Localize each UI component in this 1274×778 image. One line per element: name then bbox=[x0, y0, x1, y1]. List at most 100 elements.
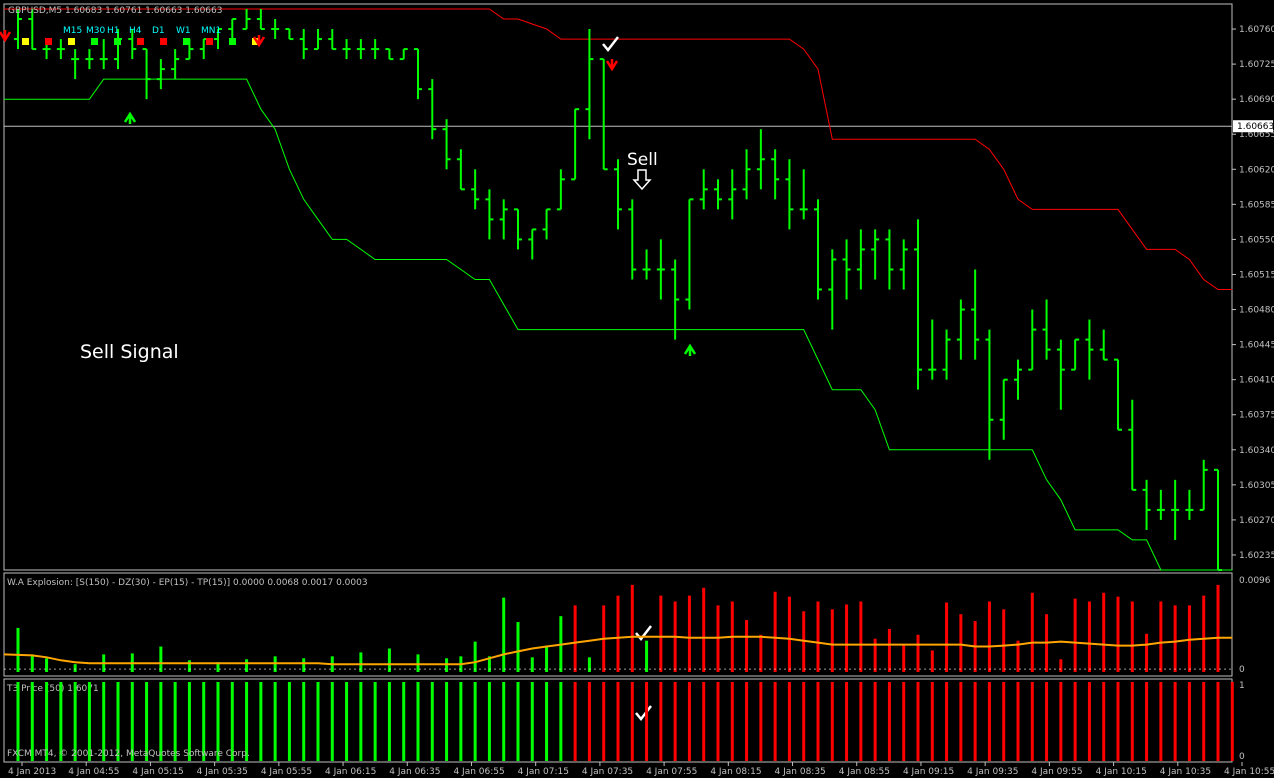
price-tick-label: 1.60585 bbox=[1239, 200, 1274, 210]
price-tick-label: 1.60760 bbox=[1239, 25, 1274, 35]
sell-arrow-icon bbox=[605, 59, 619, 72]
ohlc-bar bbox=[628, 199, 637, 280]
timeframe-label-mn1: MN1 bbox=[201, 26, 221, 36]
ohlc-bar bbox=[828, 249, 837, 330]
ohlc-bar bbox=[1028, 309, 1037, 371]
ohlc-bar bbox=[799, 169, 808, 220]
ohlc-bar bbox=[1071, 338, 1080, 371]
time-tick-label: 4 Jan 07:15 bbox=[518, 767, 569, 777]
ohlc-bar bbox=[885, 229, 894, 290]
ohlc-bar bbox=[999, 378, 1008, 440]
ohlc-bar bbox=[542, 208, 551, 240]
ohlc-bar bbox=[956, 299, 965, 360]
ohlc-bar bbox=[1085, 319, 1094, 380]
ohlc-bar bbox=[528, 228, 537, 260]
explosion-tick-label: 0 bbox=[1239, 665, 1245, 675]
symbol-info: GBPUSD,M5 1.60683 1.60761 1.60663 1.6066… bbox=[8, 6, 222, 16]
buy-arrow-icon bbox=[123, 111, 137, 124]
time-tick-label: 4 Jan 07:55 bbox=[646, 767, 697, 777]
ohlc-bar bbox=[171, 49, 180, 80]
ohlc-bar bbox=[1099, 329, 1108, 361]
hollow-down-arrow-icon bbox=[632, 169, 652, 191]
buy-arrow-icon bbox=[683, 343, 697, 356]
ohlc-bar bbox=[356, 39, 365, 60]
timeframe-label-m15: M15 bbox=[63, 26, 82, 36]
timeframe-label-h4: H4 bbox=[129, 26, 142, 36]
timeframe-status-square bbox=[137, 38, 144, 45]
ohlc-bar bbox=[442, 119, 451, 170]
time-tick-label: 4 Jan 09:55 bbox=[1031, 767, 1082, 777]
ohlc-bar bbox=[328, 29, 337, 51]
price-panel-border bbox=[3, 3, 1233, 571]
ohlc-bar bbox=[599, 58, 608, 171]
ohlc-bar bbox=[756, 129, 765, 190]
ohlc-bar bbox=[485, 189, 494, 240]
ohlc-bar bbox=[942, 329, 951, 380]
price-tick-label: 1.60375 bbox=[1239, 411, 1274, 421]
ohlc-bar bbox=[742, 149, 751, 200]
forex-chart[interactable]: 1.607601.607251.606901.606551.606201.605… bbox=[0, 0, 1274, 778]
price-tick-label: 1.60235 bbox=[1239, 551, 1274, 561]
check-mark-icon bbox=[635, 705, 652, 721]
ohlc-bar bbox=[1185, 489, 1194, 520]
ohlc-bar bbox=[585, 29, 594, 140]
price-tick-label: 1.60620 bbox=[1239, 165, 1274, 175]
ohlc-bar bbox=[399, 48, 408, 61]
ohlc-bar bbox=[342, 39, 351, 60]
ohlc-bar bbox=[842, 239, 851, 300]
ohlc-bar bbox=[671, 259, 680, 340]
ohlc-bar bbox=[1114, 358, 1122, 431]
timeframe-status-square bbox=[206, 38, 213, 45]
ohlc-bar bbox=[685, 198, 694, 310]
ohlc-bar bbox=[771, 149, 780, 200]
ohlc-bar bbox=[299, 29, 308, 60]
ohlc-bar bbox=[1199, 459, 1208, 511]
price-tick-label: 1.60445 bbox=[1239, 341, 1274, 351]
current-price-label: 1.60663 bbox=[1237, 122, 1274, 132]
ohlc-bar bbox=[499, 199, 508, 240]
time-tick-label: 4 Jan 10:55 bbox=[1224, 767, 1274, 777]
timeframe-status-square bbox=[183, 38, 190, 45]
ohlc-bar bbox=[471, 169, 480, 210]
ohlc-bar bbox=[699, 169, 708, 210]
ohlc-bar bbox=[85, 49, 94, 70]
ohlc-bar bbox=[1056, 339, 1065, 410]
ohlc-bar bbox=[928, 319, 937, 380]
timeframe-status-square bbox=[91, 38, 98, 45]
ohlc-bar bbox=[142, 48, 151, 100]
timeframe-label-m30: M30 bbox=[86, 26, 105, 36]
time-tick-label: 4 Jan 2013 bbox=[8, 767, 56, 777]
time-tick-label: 4 Jan 06:35 bbox=[389, 767, 440, 777]
ohlc-bar bbox=[914, 219, 922, 390]
ohlc-bar bbox=[871, 229, 880, 280]
ohlc-bar bbox=[156, 59, 165, 90]
time-tick-label: 4 Jan 05:15 bbox=[132, 767, 183, 777]
timeframe-label-h1: H1 bbox=[107, 26, 120, 36]
lower-band-line bbox=[4, 78, 1233, 571]
sell-signal-label: Sell Signal bbox=[80, 341, 179, 363]
timeframe-label-d1: D1 bbox=[152, 26, 165, 36]
time-tick-label: 4 Jan 08:15 bbox=[710, 767, 761, 777]
price-tick-label: 1.60550 bbox=[1239, 235, 1274, 245]
ohlc-bar bbox=[385, 48, 394, 61]
timeframe-status-square bbox=[45, 38, 52, 45]
ohlc-bar bbox=[1214, 468, 1222, 571]
ohlc-bar bbox=[456, 149, 465, 191]
ohlc-bar bbox=[614, 159, 622, 230]
explosion-tick-label: 0.0096 bbox=[1239, 576, 1271, 586]
ohlc-bar bbox=[242, 9, 251, 31]
price-tick-label: 1.60515 bbox=[1239, 270, 1274, 280]
time-tick-label: 4 Jan 05:55 bbox=[261, 767, 312, 777]
sell-label: Sell bbox=[627, 150, 658, 170]
sell-arrow-icon bbox=[0, 30, 12, 43]
ohlc-bar bbox=[314, 29, 322, 51]
timeframe-status-square bbox=[160, 38, 167, 45]
ohlc-bar bbox=[1014, 359, 1022, 400]
ohlc-bar bbox=[271, 19, 280, 40]
ohlc-bar bbox=[571, 108, 580, 181]
ohlc-bar bbox=[285, 28, 294, 41]
time-tick-label: 4 Jan 06:55 bbox=[453, 767, 504, 777]
time-tick-label: 4 Jan 06:15 bbox=[325, 767, 376, 777]
ohlc-bar bbox=[99, 39, 108, 70]
timeframe-status-square bbox=[114, 38, 121, 45]
